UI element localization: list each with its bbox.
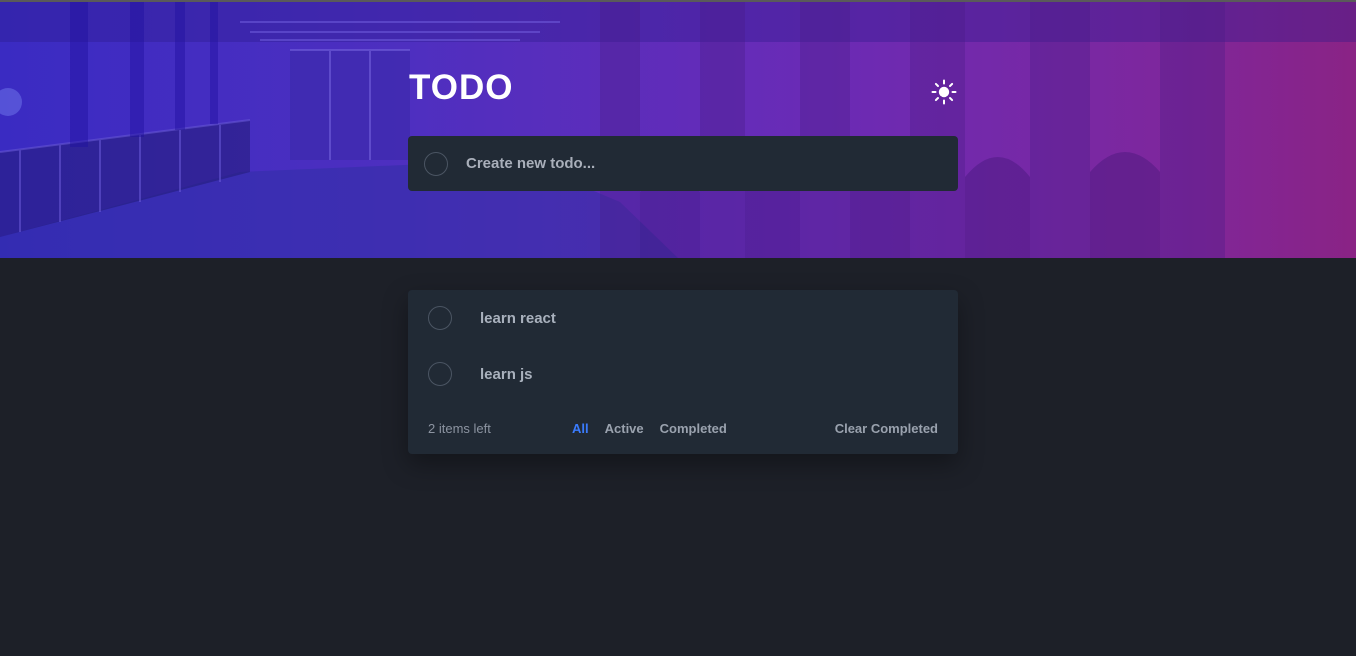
filter-group: All Active Completed: [572, 421, 727, 436]
new-todo-bar: [408, 136, 958, 191]
todo-item[interactable]: learn react: [408, 290, 958, 346]
todo-footer: 2 items left All Active Completed Clear …: [408, 402, 958, 454]
sun-icon: [931, 79, 957, 105]
todo-text: learn js: [480, 365, 533, 383]
todo-item[interactable]: learn js: [408, 346, 958, 402]
background-photo: [0, 2, 1356, 258]
new-todo-input[interactable]: [464, 154, 904, 173]
new-todo-checkbox[interactable]: [424, 151, 448, 176]
hero-banner: TODO: [0, 0, 1356, 258]
filter-completed[interactable]: Completed: [660, 421, 727, 436]
filter-all[interactable]: All: [572, 421, 589, 436]
theme-toggle-button[interactable]: [929, 77, 959, 107]
page-title: TODO: [409, 68, 514, 107]
items-left-count: 2 items left: [428, 420, 491, 436]
todo-text: learn react: [480, 309, 556, 327]
todo-checkbox[interactable]: [428, 362, 452, 386]
todo-checkbox[interactable]: [428, 306, 452, 330]
filter-active[interactable]: Active: [605, 421, 644, 436]
clear-completed-button[interactable]: Clear Completed: [835, 421, 938, 436]
todo-list: learn react learn js 2 items left All Ac…: [408, 290, 958, 454]
